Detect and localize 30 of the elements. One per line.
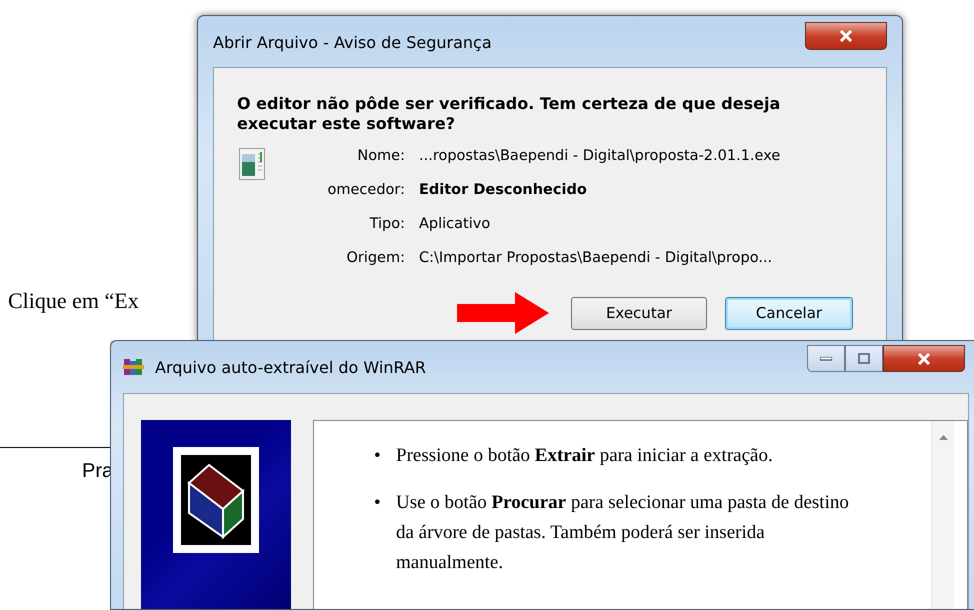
field-label: Origem: — [346, 249, 405, 268]
archive-books-icon — [123, 357, 145, 377]
box-logo-icon — [181, 455, 251, 545]
field-label: Tipo: — [370, 215, 405, 234]
maximize-icon — [858, 353, 870, 364]
bullet-marker: • — [374, 491, 382, 515]
bullet-marker: • — [374, 444, 382, 468]
run-button[interactable]: Executar — [571, 296, 707, 330]
close-button[interactable] — [805, 22, 887, 50]
instruction-text: Pressione o botão Extrair para iniciar a extração. — [396, 444, 773, 468]
maximize-button[interactable] — [845, 345, 883, 372]
scrollbar[interactable] — [931, 421, 954, 609]
field-value: Aplicativo — [419, 215, 492, 234]
document-paragraph: Clique em “Ex — [8, 288, 139, 314]
field-value: C:\Importar Propostas\Baependi - Digital\propo... — [419, 249, 774, 268]
instruction-text: Use o botão Procurar para selecionar uma pasta de destino da árvore de pastas. Também poderá ser inserida manualmente. — [396, 491, 850, 575]
field-value: Editor Desconhecido — [419, 181, 588, 200]
window-title: Abrir Arquivo - Aviso de Segurança — [213, 32, 492, 52]
close-icon — [917, 352, 931, 364]
application-file-icon — [239, 148, 265, 180]
close-button[interactable] — [883, 345, 965, 372]
warning-question: O editor não pôde ser verificado. Tem certeza de que deseja executar este software? — [237, 94, 782, 134]
field-label: omecedor: — [328, 181, 405, 200]
cancel-button[interactable]: Cancelar — [725, 296, 853, 330]
field-label: Nome: — [357, 147, 405, 166]
window-title: Arquivo auto-extraível do WinRAR — [155, 358, 427, 376]
field-value: ...ropostas\Baependi - Digital\proposta-2.01.1.exe — [419, 147, 782, 166]
minimize-button[interactable] — [807, 345, 845, 372]
scroll-up-icon — [938, 435, 948, 440]
close-icon — [839, 30, 853, 42]
